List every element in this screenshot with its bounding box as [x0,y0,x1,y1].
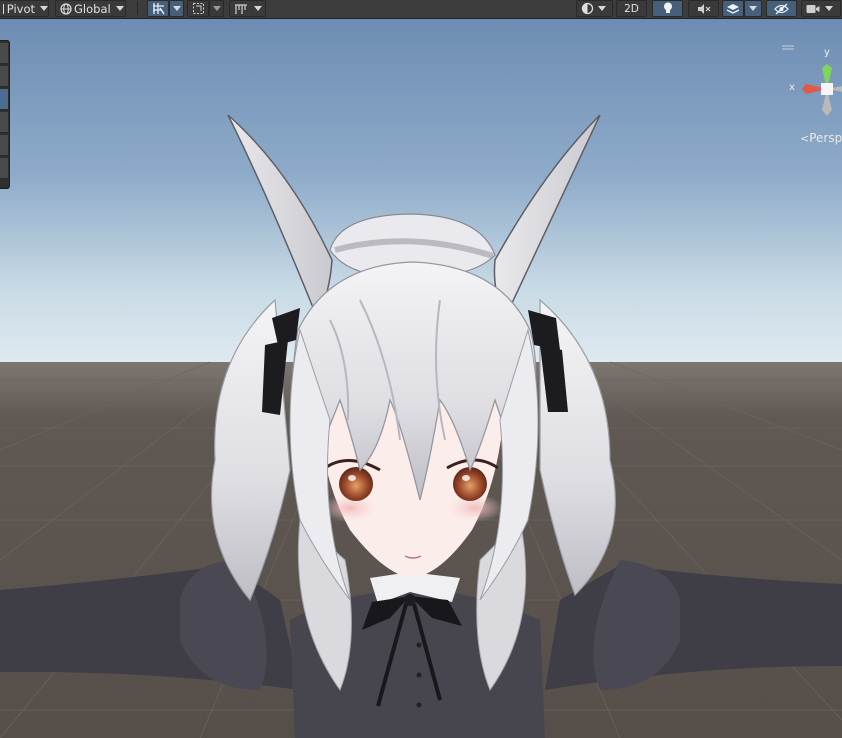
ruler-icon [234,3,248,15]
grid-snap-dropdown[interactable] [169,0,184,17]
effects-icon [726,3,740,15]
grid-snap-button[interactable] [147,0,169,17]
tool-move[interactable] [0,66,8,87]
chevron-down-icon [825,6,833,11]
camera-dropdown[interactable] [801,0,841,17]
hidden-eye-icon [774,3,789,15]
scene-view-toolbar: Pivot Global 2D [0,0,842,19]
x-axis-label: x [789,82,795,93]
chevron-down-icon [212,6,221,11]
lightbulb-icon [663,2,673,15]
mode-2d-label: 2D [624,2,639,15]
scene-render [0,18,842,738]
toolbar-divider [137,2,138,15]
tool-scale[interactable] [0,112,8,133]
effects-button[interactable] [722,0,744,17]
ruler-button[interactable] [229,0,266,17]
snap-increment-button[interactable] [187,0,209,17]
chevron-down-icon [115,6,124,11]
chevron-down-icon [254,6,262,11]
chevron-down-icon [749,6,757,11]
mode-2d-button[interactable]: 2D [616,0,647,17]
global-toggle[interactable]: Global [55,0,126,17]
tool-view[interactable] [0,43,8,64]
scene-visibility-button[interactable] [766,0,797,17]
chevron-down-icon [172,6,181,11]
global-label: Global [74,1,111,16]
draw-mode-icon [581,2,594,15]
audio-mute-icon [697,3,711,15]
tool-transform[interactable] [0,158,8,179]
chevron-down-icon [40,6,48,11]
gizmo-center-cube[interactable] [821,83,833,95]
camera-icon [806,4,820,14]
scene-viewport[interactable]: y x <Persp [0,18,842,738]
orientation-gizmo[interactable]: y x [782,44,842,154]
tool-rotate[interactable] [0,89,8,110]
snap-increment-dropdown[interactable] [209,0,224,17]
chevron-down-icon [598,6,606,11]
lighting-button[interactable] [652,0,683,17]
audio-button[interactable] [688,0,719,17]
draw-mode-dropdown[interactable] [576,0,613,17]
globe-icon [60,2,72,15]
grid-snap-icon [152,2,165,15]
effects-dropdown[interactable] [744,0,762,17]
pivot-toggle[interactable]: Pivot [0,0,49,17]
scene-tool-strip [0,40,10,189]
tool-rect[interactable] [0,135,8,156]
y-axis-label: y [824,47,830,58]
snap-increment-icon [192,2,205,15]
pivot-label: Pivot [6,1,35,16]
pivot-icon [3,3,6,14]
